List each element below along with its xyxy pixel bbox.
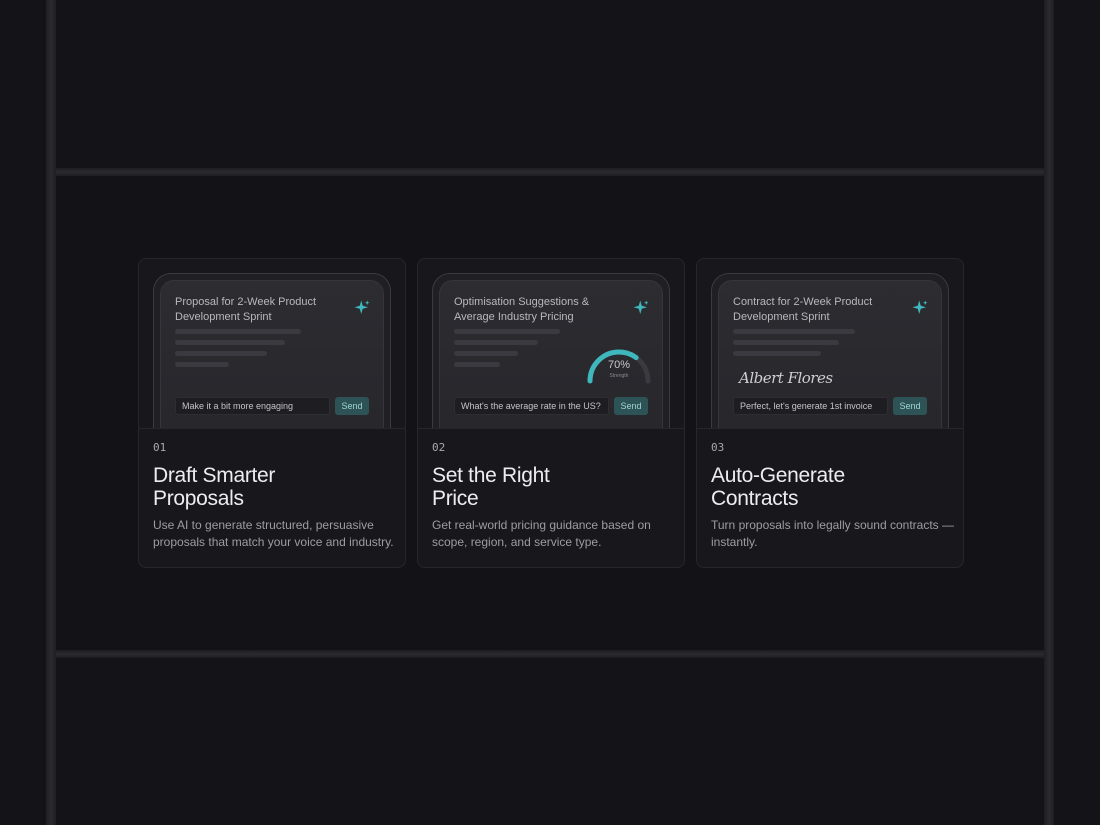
sparkle-icon (354, 300, 370, 314)
send-button[interactable]: Send (893, 397, 927, 415)
card-preview: Contract for 2-Week Product Development … (697, 259, 963, 429)
placeholder-lines (175, 329, 301, 373)
chat-input-row: Perfect, let's generate 1st invoice Send (733, 397, 927, 417)
card-preview: Proposal for 2-Week Product Development … (139, 259, 405, 429)
card-description: Get real-world pricing guidance based on… (432, 518, 651, 549)
placeholder-lines (733, 329, 855, 362)
card-description: Use AI to generate structured, persuasiv… (153, 518, 394, 549)
text-placeholder-line (454, 329, 560, 334)
frame-rail-bottom (56, 650, 1044, 658)
text-placeholder-line (175, 362, 229, 367)
chat-input-row: Make it a bit more engaging Send (175, 397, 369, 417)
preview-title: Optimisation Suggestions & Average Indus… (454, 296, 590, 323)
text-placeholder-line (733, 340, 839, 345)
chat-input[interactable]: Perfect, let's generate 1st invoice (733, 397, 888, 415)
preview-title: Contract for 2-Week Product Development … (733, 296, 873, 323)
signature: Albert Flores (739, 369, 833, 387)
mock-screen: Optimisation Suggestions & Average Indus… (439, 280, 663, 428)
placeholder-lines (454, 329, 560, 373)
preview-title: Proposal for 2-Week Product Development … (175, 296, 317, 323)
text-placeholder-line (175, 351, 267, 356)
feature-card-proposals: Proposal for 2-Week Product Development … (138, 258, 406, 568)
text-placeholder-line (175, 329, 301, 334)
text-placeholder-line (454, 362, 500, 367)
chat-input-row: What's the average rate in the US? Send (454, 397, 648, 417)
mock-device: Contract for 2-Week Product Development … (711, 273, 949, 428)
card-description: Turn proposals into legally sound contra… (711, 518, 955, 549)
frame-rail-right (1044, 0, 1054, 825)
sparkle-icon (912, 300, 928, 314)
mock-screen: Proposal for 2-Week Product Development … (160, 280, 384, 428)
mock-screen: Contract for 2-Week Product Development … (718, 280, 942, 428)
text-placeholder-line (733, 351, 821, 356)
send-button[interactable]: Send (335, 397, 369, 415)
card-title: Auto-Generate Contracts (711, 464, 845, 510)
send-button[interactable]: Send (614, 397, 648, 415)
frame-rail-top (56, 168, 1044, 176)
mock-device: Optimisation Suggestions & Average Indus… (432, 273, 670, 428)
card-title: Draft Smarter Proposals (153, 464, 276, 510)
text-placeholder-line (454, 351, 518, 356)
chat-input[interactable]: Make it a bit more engaging (175, 397, 330, 415)
gauge-label: Strength (610, 373, 629, 379)
text-placeholder-line (454, 340, 538, 345)
text-placeholder-line (733, 329, 855, 334)
text-placeholder-line (175, 340, 285, 345)
frame-rail-left (46, 0, 56, 825)
card-number: 01 (153, 441, 167, 454)
feature-card-contracts: Contract for 2-Week Product Development … (696, 258, 964, 568)
sparkle-icon (633, 300, 649, 314)
card-title: Set the Right Price (432, 464, 550, 510)
strength-gauge: 70% Strength (587, 349, 651, 384)
card-number: 02 (432, 441, 446, 454)
gauge-value: 70% (608, 359, 630, 371)
card-number: 03 (711, 441, 725, 454)
feature-card-pricing: Optimisation Suggestions & Average Indus… (417, 258, 685, 568)
feature-cards: Proposal for 2-Week Product Development … (138, 258, 964, 568)
chat-input[interactable]: What's the average rate in the US? (454, 397, 609, 415)
card-preview: Optimisation Suggestions & Average Indus… (418, 259, 684, 429)
mock-device: Proposal for 2-Week Product Development … (153, 273, 391, 428)
